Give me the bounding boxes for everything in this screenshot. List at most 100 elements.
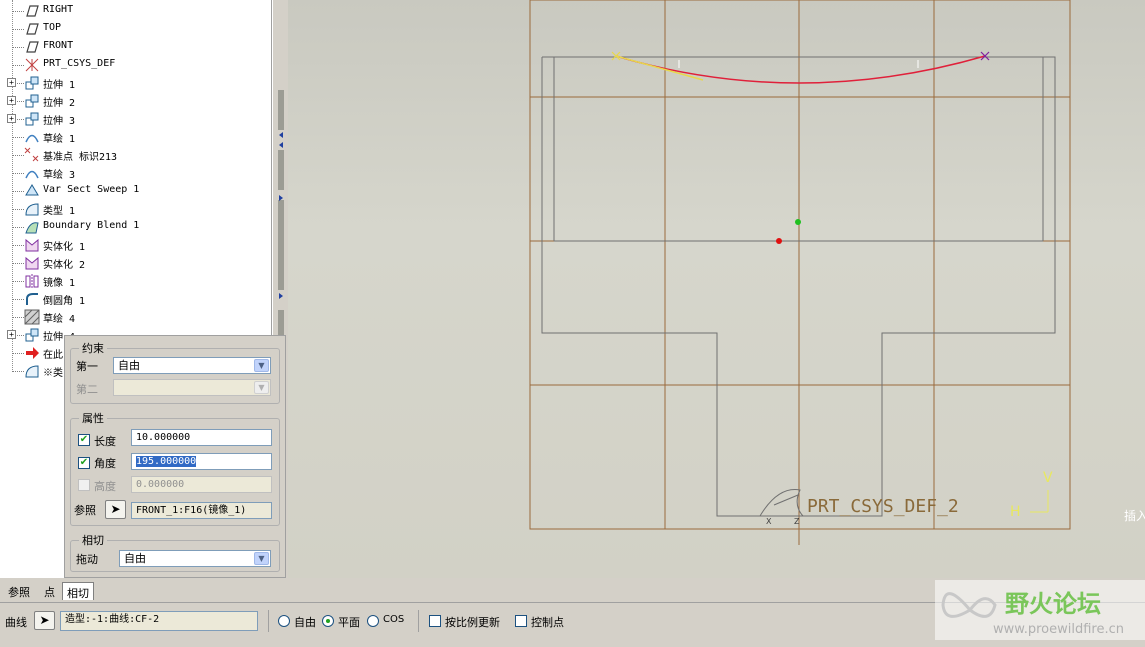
- extrude-icon: [24, 111, 40, 127]
- solidify-icon: [24, 255, 40, 271]
- expand-icon[interactable]: +: [7, 330, 16, 339]
- tree-item-label: 拉伸 1: [43, 80, 76, 91]
- height-checkbox[interactable]: [78, 479, 90, 491]
- length-input[interactable]: 10.000000: [131, 429, 272, 446]
- tab-references[interactable]: 参照: [4, 582, 34, 600]
- tree-item[interactable]: + 拉伸 3: [0, 110, 271, 128]
- tree-item[interactable]: 草绘 3: [0, 164, 271, 182]
- radio-plane[interactable]: [322, 615, 334, 627]
- angle-input[interactable]: 195.000000: [131, 453, 272, 470]
- drag-label: 拖动: [76, 553, 98, 566]
- reference-select-button[interactable]: ➤: [105, 500, 126, 519]
- tab-tangent[interactable]: 相切: [62, 582, 94, 600]
- curve-end-point[interactable]: [980, 51, 990, 61]
- tree-item[interactable]: Boundary Blend 1: [0, 218, 271, 236]
- tree-item[interactable]: 类型 1: [0, 200, 271, 218]
- tree-item-label: 实体化 1: [43, 242, 86, 253]
- tree-item-label: Boundary Blend 1: [43, 220, 140, 231]
- extrude-icon: [24, 327, 40, 343]
- tree-item-label: 拉伸 3: [43, 116, 76, 127]
- style-curve[interactable]: [615, 55, 986, 84]
- round-icon: [24, 291, 40, 307]
- first-label: 第一: [76, 360, 98, 373]
- svg-text:Z: Z: [794, 517, 800, 526]
- tree-item[interactable]: 镜像 1: [0, 272, 271, 290]
- sketch-icon: [24, 129, 40, 145]
- graphics-viewport[interactable]: X Z PRT_CSYS_DEF_2 V H 插入: [288, 0, 1145, 578]
- angle-checkbox[interactable]: ✔: [78, 457, 90, 469]
- expand-icon[interactable]: +: [7, 114, 16, 123]
- sweep-icon: [24, 183, 40, 199]
- csys-icon: [759, 489, 804, 517]
- angle-label: 角度: [94, 457, 116, 470]
- extrude-icon: [24, 75, 40, 91]
- forum-watermark: 野火论坛 www.proewildfire.cn: [935, 580, 1145, 640]
- watermark-url: www.proewildfire.cn: [993, 622, 1124, 637]
- tree-item-label: 草绘 1: [43, 134, 76, 145]
- expand-icon[interactable]: +: [7, 96, 16, 105]
- tree-item-label: 类型 1: [43, 206, 76, 217]
- view-axis-indicator: [1030, 490, 1049, 513]
- style-icon: [24, 363, 40, 379]
- tree-item[interactable]: 实体化 2: [0, 254, 271, 272]
- sketch-hatch-icon: [24, 309, 40, 325]
- curve-select-button[interactable]: ➤: [34, 611, 55, 630]
- tree-item-label: 在此: [43, 350, 63, 361]
- svg-text:V: V: [1043, 470, 1053, 486]
- tree-item-label: FRONT: [43, 40, 74, 51]
- tree-item[interactable]: + 拉伸 2: [0, 92, 271, 110]
- tree-item[interactable]: RIGHT: [0, 2, 271, 20]
- datum-point-icon: [24, 147, 40, 163]
- tab-points[interactable]: 点: [40, 582, 59, 600]
- scale-update-checkbox[interactable]: [429, 615, 441, 627]
- tree-item[interactable]: 草绘 4: [0, 308, 271, 326]
- edge-text: 插入: [1124, 509, 1145, 523]
- tree-item-label: Var Sect Sweep 1: [43, 184, 140, 195]
- tree-item-label: 基准点 标识213: [43, 152, 118, 163]
- insert-here-arrow-icon: [24, 345, 40, 361]
- radio-free[interactable]: [278, 615, 290, 627]
- arrow-pointer-icon: ➤: [110, 502, 121, 516]
- drag-select[interactable]: 自由 ▼: [119, 550, 271, 567]
- expand-icon[interactable]: +: [7, 78, 16, 87]
- tree-item-label: 拉伸 2: [43, 98, 76, 109]
- tree-item[interactable]: 草绘 1: [0, 128, 271, 146]
- mirror-icon: [24, 273, 40, 289]
- tree-item[interactable]: PRT_CSYS_DEF: [0, 56, 271, 74]
- tangent-vector[interactable]: [615, 55, 704, 81]
- chevron-down-icon: ▼: [254, 381, 269, 394]
- datum-point-green: [795, 219, 801, 225]
- tree-item[interactable]: FRONT: [0, 38, 271, 56]
- tree-item-label: ※类: [43, 368, 63, 379]
- radio-cos[interactable]: [367, 615, 379, 627]
- curve-field[interactable]: 造型:-1:曲线:CF-2: [60, 611, 258, 631]
- solidify-icon: [24, 237, 40, 253]
- extrude-icon: [24, 93, 40, 109]
- reference-field[interactable]: FRONT_1:F16(镜像_1): [131, 502, 272, 519]
- sketch-icon: [24, 165, 40, 181]
- datum-plane-icon: [24, 39, 40, 55]
- csys-icon: [24, 57, 40, 73]
- tree-item-label: 实体化 2: [43, 260, 86, 271]
- tree-item-label: PRT_CSYS_DEF: [43, 58, 116, 69]
- tree-item-label: TOP: [43, 22, 62, 33]
- tree-item[interactable]: TOP: [0, 20, 271, 38]
- tree-item[interactable]: 基准点 标识213: [0, 146, 271, 164]
- csys-label: PRT_CSYS_DEF_2: [807, 496, 959, 517]
- tree-item[interactable]: 倒圆角 1: [0, 290, 271, 308]
- tree-item[interactable]: Var Sect Sweep 1: [0, 182, 271, 200]
- length-checkbox[interactable]: ✔: [78, 434, 90, 446]
- height-input[interactable]: 0.000000: [131, 476, 272, 493]
- datum-grid: [529, 0, 1071, 545]
- arrow-pointer-icon: ➤: [39, 613, 50, 627]
- chevron-down-icon: ▼: [254, 552, 269, 565]
- first-constraint-select[interactable]: 自由 ▼: [113, 357, 271, 374]
- tree-item-label: 镜像 1: [43, 278, 76, 289]
- tangent-properties-panel: 约束 第一 自由 ▼ 第二 ▼ 属性 ✔ 长度 10.000000 ✔ 角度 1…: [64, 335, 286, 578]
- second-constraint-select[interactable]: ▼: [113, 379, 271, 396]
- chevron-down-icon: ▼: [254, 359, 269, 372]
- reference-label: 参照: [74, 504, 96, 517]
- tree-item[interactable]: 实体化 1: [0, 236, 271, 254]
- tree-item[interactable]: + 拉伸 1: [0, 74, 271, 92]
- control-points-checkbox[interactable]: [515, 615, 527, 627]
